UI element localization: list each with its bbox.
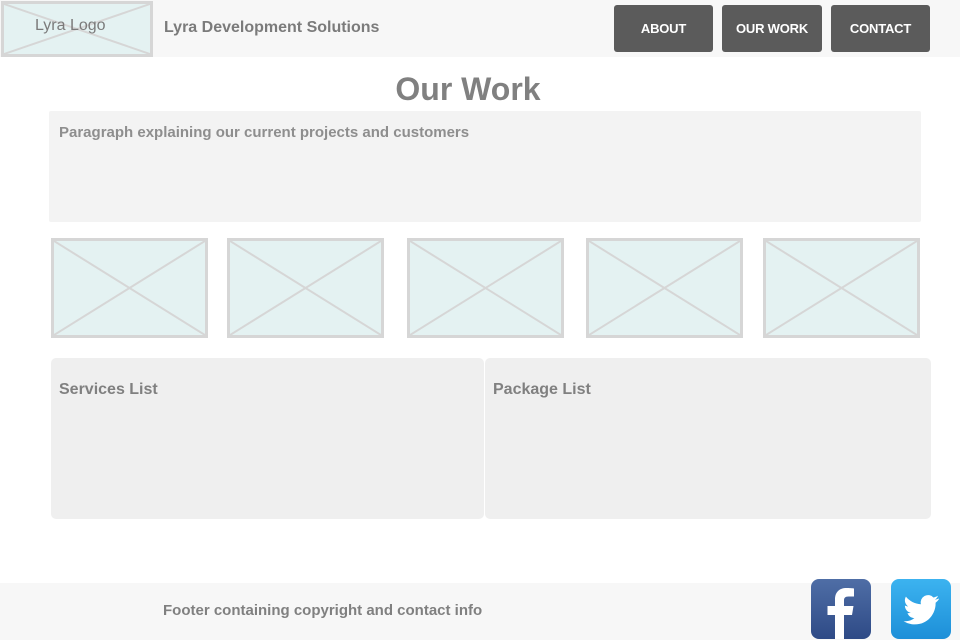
image-placeholder-icon [54, 241, 205, 335]
image-placeholder-icon [230, 241, 381, 335]
project-image-placeholder[interactable] [763, 238, 920, 338]
package-list-title: Package List [493, 381, 591, 398]
page-title: Our Work [395, 71, 541, 107]
intro-paragraph: Paragraph explaining our current project… [59, 124, 470, 141]
services-list-title: Services List [59, 381, 158, 398]
facebook-icon[interactable] [811, 579, 871, 639]
package-list-panel: Package List [485, 358, 931, 519]
header: Lyra Logo Lyra Development Solutions ABO… [0, 0, 960, 57]
twitter-icon[interactable] [891, 579, 951, 639]
project-image-placeholder[interactable] [227, 238, 384, 338]
footer-info: Footer containing copyright and contact … [163, 602, 483, 619]
nav-our-work-button[interactable]: OUR WORK [722, 5, 822, 52]
project-image-placeholder[interactable] [51, 238, 208, 338]
services-list-panel: Services List [51, 358, 484, 519]
nav-contact-button[interactable]: CONTACT [831, 5, 930, 52]
image-placeholder-icon [410, 241, 561, 335]
footer: Footer containing copyright and contact … [0, 579, 960, 640]
logo-placeholder[interactable]: Lyra Logo [1, 1, 153, 57]
project-image-placeholder[interactable] [586, 238, 743, 338]
logo-label: Lyra Logo [35, 17, 106, 34]
project-image-placeholder[interactable] [407, 238, 564, 338]
nav-about-button[interactable]: ABOUT [614, 5, 713, 52]
page: Lyra Logo Lyra Development Solutions ABO… [0, 0, 960, 640]
image-placeholder-icon [589, 241, 740, 335]
image-placeholder-icon [766, 241, 917, 335]
intro-paragraph-box: Paragraph explaining our current project… [49, 111, 921, 222]
site-title: Lyra Development Solutions [164, 19, 380, 36]
